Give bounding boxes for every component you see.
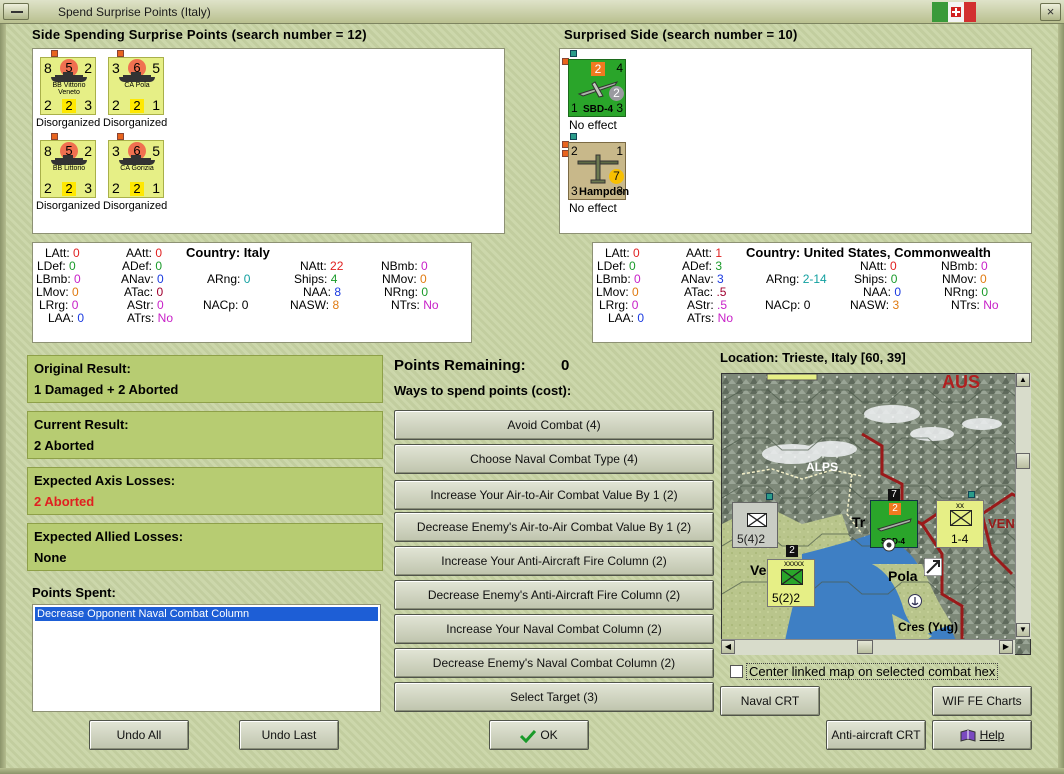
city-marker-icon (882, 538, 896, 552)
list-item[interactable]: Decrease Opponent Naval Combat Column (35, 607, 378, 621)
center-map-checkbox-label[interactable]: Center linked map on selected combat hex (746, 663, 999, 680)
increase-anti-aircraft-button[interactable]: Increase Your Anti-Aircraft Fire Column … (394, 546, 714, 576)
port-icon (924, 558, 942, 576)
unit-counter-bb-littorio[interactable]: 8 5 2 BB Littorio 2 2 3 (40, 140, 96, 198)
unit-marker-icon (117, 50, 124, 57)
points-spent-list[interactable]: Decrease Opponent Naval Combat Column (32, 604, 381, 712)
unit-status: Disorganized (103, 200, 168, 212)
map-label-cres: Cres (Yug) (898, 620, 959, 634)
spending-side-title: Side Spending Surprise Points (search nu… (32, 27, 367, 42)
map-label-ven: VEN (988, 516, 1015, 531)
current-result-panel: Current Result: 2 Aborted (27, 411, 383, 459)
help-button[interactable]: Help (932, 720, 1032, 750)
scroll-thumb (857, 640, 873, 654)
unit-status: Disorganized (103, 117, 168, 129)
window-title: Spend Surprise Points (Italy) (58, 5, 211, 19)
unit-marker-icon (117, 133, 124, 140)
ok-button[interactable]: OK (489, 720, 589, 750)
unit-status: No effect (569, 118, 617, 132)
scroll-down-icon: ▼ (1016, 623, 1030, 637)
close-button[interactable]: × (1040, 3, 1061, 21)
increase-naval-combat-button[interactable]: Increase Your Naval Combat Column (2) (394, 614, 714, 644)
window-frame-right (1058, 24, 1064, 774)
decrease-enemy-anti-aircraft-button[interactable]: Decrease Enemy's Anti-Aircraft Fire Colu… (394, 580, 714, 610)
anchor-icon (908, 594, 922, 608)
unit-counter-ca-gorizia[interactable]: 3 6 5 CA Gorizia 2 2 1 (108, 140, 164, 198)
scroll-thumb (1016, 453, 1030, 469)
anti-aircraft-crt-button[interactable]: Anti-aircraft CRT (826, 720, 926, 750)
scroll-right-icon: ▶ (999, 640, 1013, 654)
unit-counter-hampden[interactable]: 2 1 7 3 Hampden 3 (568, 142, 629, 200)
map-counter-army-b[interactable]: xxxxx 5(2)2 (767, 559, 815, 607)
unit-counter-sbd-4[interactable]: 2 4 2 1 SBD-4 3 (568, 59, 626, 117)
increase-air-to-air-button[interactable]: Increase Your Air-to-Air Combat Value By… (394, 480, 714, 510)
map-counter-infantry-a[interactable]: 5(4)2 (732, 502, 778, 548)
map-vertical-scrollbar[interactable]: ▲ ▼ (1015, 373, 1031, 639)
map-location-label: Location: Trieste, Italy [60, 39] (720, 350, 906, 365)
map-counter-division-c[interactable]: xx 1-4 (936, 500, 984, 548)
decrease-enemy-air-to-air-button[interactable]: Decrease Enemy's Air-to-Air Combat Value… (394, 512, 714, 542)
scroll-up-icon: ▲ (1016, 373, 1030, 387)
unit-marker-icon (766, 493, 773, 500)
unit-marker-icon (570, 133, 577, 140)
undo-last-button[interactable]: Undo Last (239, 720, 339, 750)
unit-counter-bb-vittorio-veneto[interactable]: 8 5 2 BB Vittorio Veneto 2 2 3 (40, 57, 96, 115)
original-result-panel: Original Result: 1 Damaged + 2 Aborted (27, 355, 383, 403)
checkmark-icon (520, 729, 537, 744)
undo-all-button[interactable]: Undo All (89, 720, 189, 750)
wif-fe-charts-button[interactable]: WIF FE Charts (932, 686, 1032, 716)
unit-status: No effect (569, 201, 617, 215)
center-map-checkbox[interactable] (730, 665, 743, 678)
map-label-aus: AUS (942, 373, 981, 392)
map-label-alps: ALPS (806, 460, 839, 474)
points-remaining-label: Points Remaining: (394, 357, 526, 374)
points-remaining-value: 0 (561, 357, 570, 374)
expected-axis-losses-panel: Expected Axis Losses: 2 Aborted (27, 467, 383, 515)
map-horizontal-scrollbar[interactable]: ◀ ▶ (721, 639, 1015, 655)
stack-count-badge: 7 (888, 489, 900, 501)
unit-marker-icon (570, 50, 577, 57)
expected-allied-losses-panel: Expected Allied Losses: None (27, 523, 383, 571)
unit-counter-ca-pola[interactable]: 3 6 5 CA Pola 2 2 1 (108, 57, 164, 115)
avoid-combat-button[interactable]: Avoid Combat (4) (394, 410, 714, 440)
choose-naval-combat-type-button[interactable]: Choose Naval Combat Type (4) (394, 444, 714, 474)
unit-status: Disorganized (36, 200, 101, 212)
stack-count-badge: 2 (786, 545, 798, 557)
window-frame-bottom (0, 768, 1064, 774)
points-spent-label: Points Spent: (32, 585, 116, 600)
unit-status: Disorganized (36, 117, 101, 129)
scroll-left-icon: ◀ (721, 640, 735, 654)
map-label-venice: Ve (750, 562, 767, 578)
surprised-side-title: Surprised Side (search number = 10) (564, 27, 798, 42)
decrease-enemy-naval-combat-button[interactable]: Decrease Enemy's Naval Combat Column (2) (394, 648, 714, 678)
unit-marker-icon (968, 491, 975, 498)
map-label-trieste: Tr (852, 514, 866, 530)
italy-flag-icon (932, 2, 948, 22)
unit-marker-icon (51, 50, 58, 57)
surprised-side-units-box (559, 48, 1032, 234)
ways-to-spend-label: Ways to spend points (cost): (394, 383, 572, 398)
savoy-cross-icon (948, 2, 964, 22)
system-menu-icon[interactable] (3, 3, 29, 20)
hex-map[interactable]: AUS ALPS Tr Ve VEN Pola Cres (Yug) 5(4)2… (721, 373, 1031, 655)
select-target-button[interactable]: Select Target (3) (394, 682, 714, 712)
unit-marker-icon (51, 133, 58, 140)
map-label-pola: Pola (888, 568, 918, 584)
flag-red-stripe-icon (964, 2, 976, 22)
help-book-icon (960, 729, 976, 742)
naval-crt-button[interactable]: Naval CRT (720, 686, 820, 716)
